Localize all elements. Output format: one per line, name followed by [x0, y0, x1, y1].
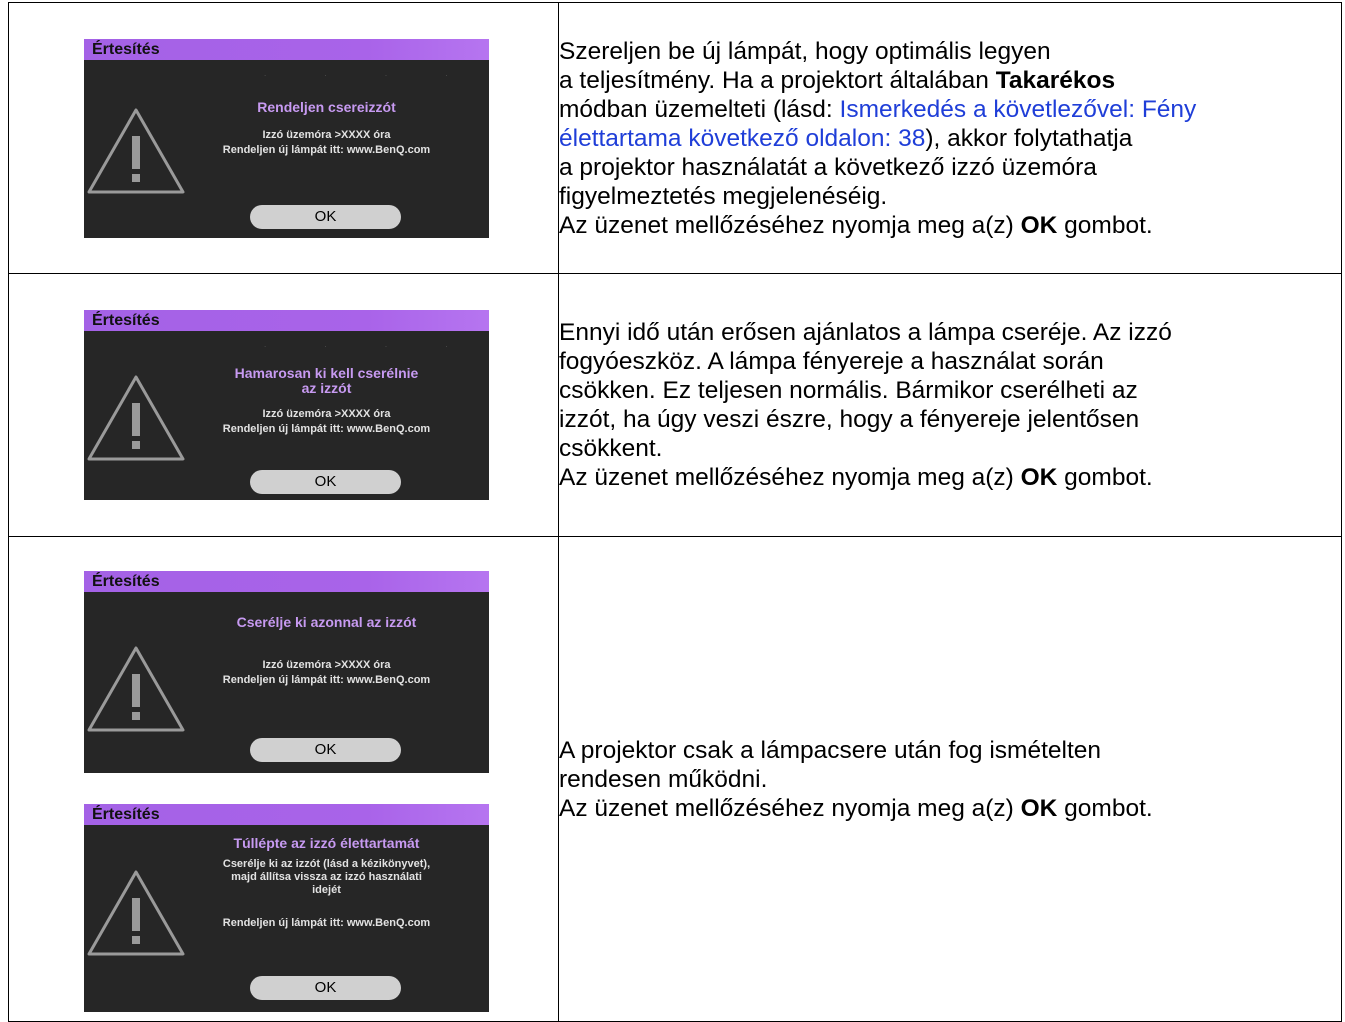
dialog-body-line: Rendeljen új lámpát itt: www.BenQ.com	[222, 674, 431, 686]
dialog-body-line: Izzó üzemóra >XXXX óra	[262, 659, 391, 671]
dialog-content: Túllépte az izzó élettartamát Cserélje k…	[194, 836, 459, 931]
warning-triangle-icon	[87, 375, 185, 461]
dialog-content: Cserélje ki azonnal az izzót Izzó üzemór…	[194, 615, 459, 688]
description-line: Az üzenet mellőzéséhez nyomja meg a(z) O…	[559, 794, 1153, 822]
description-line: Az üzenet mellőzéséhez nyomja meg a(z) O…	[559, 464, 1153, 491]
ok-button[interactable]: OK	[250, 976, 401, 1000]
dialog-heading: Túllépte az izzó élettartamát	[233, 835, 420, 851]
notification-dialog: Értesítés . . . . . . . Rendeljen cserei…	[84, 38, 489, 238]
description-line: Az üzenet mellőzéséhez nyomja meg a(z) O…	[559, 211, 1153, 239]
description-line: fogyóeszköz. A lámpa fényereje a használ…	[559, 348, 1104, 375]
dialog-heading: Rendeljen csereizzót	[257, 98, 396, 115]
emphasis-text: Takarékos	[995, 66, 1116, 94]
description-line: Szereljen be új lámpát, hogy optimális l…	[559, 37, 1051, 65]
dialog-content: Rendeljen csereizzót Izzó üzemóra >XXXX …	[194, 98, 459, 158]
warning-triangle-icon	[87, 646, 185, 732]
decorative-dots: . . . . . . .	[264, 68, 489, 78]
dialog-title: Értesítés	[84, 804, 489, 825]
description-line: figyelmeztetés megjelenéséig.	[559, 182, 888, 210]
ok-key-label: OK	[1020, 794, 1058, 822]
notification-dialog: Értesítés Cserélje ki azonnal az izzót I…	[84, 571, 489, 773]
ok-button[interactable]: OK	[250, 204, 401, 229]
description-line: a projektor használatát a következő izzó…	[559, 153, 1097, 181]
dialog-body-line: Rendeljen új lámpát itt: www.BenQ.com	[222, 143, 431, 156]
table-row: Értesítés . . . . . . . Rendeljen cserei…	[8, 2, 1342, 274]
description-line: csökken. Ez teljesen normális. Bármikor …	[559, 377, 1138, 404]
dialog-body-line: Rendeljen új lámpát itt: www.BenQ.com	[222, 423, 431, 435]
description-line: csökkent.	[559, 435, 663, 462]
notification-dialog: Értesítés Túllépte az izzó élettartamát …	[84, 804, 489, 1012]
description-line: izzót, ha úgy veszi észre, hogy a fényer…	[559, 406, 1140, 433]
description-line: a teljesítmény. Ha a projektort általába…	[559, 66, 1116, 94]
description-line: élettartama következő oldalon: 38), akko…	[559, 124, 1133, 152]
table-row: Értesítés Cserélje ki azonnal az izzót I…	[8, 536, 1342, 1022]
dialog-title: Értesítés	[84, 571, 489, 592]
description-cell: Szereljen be új lámpát, hogy optimális l…	[558, 2, 1342, 274]
cross-reference-link[interactable]: Ismerkedés a követlezővel: Fény	[840, 96, 1197, 123]
description-cell: A projektor csak a lámpacsere után fog i…	[558, 536, 1342, 1022]
screenshot-cell: Értesítés Cserélje ki azonnal az izzót I…	[8, 536, 559, 1022]
dialog-body-line: Izzó üzemóra >XXXX óra	[262, 408, 391, 420]
dialog-heading: az izzót	[301, 380, 352, 396]
warning-triangle-icon	[87, 108, 185, 193]
dialog-heading: Cserélje ki azonnal az izzót	[236, 614, 417, 630]
dialog-body-line: Rendeljen új lámpát itt: www.BenQ.com	[222, 917, 431, 929]
description-line: módban üzemelteti (lásd: Ismerkedés a kö…	[559, 95, 1197, 123]
cross-reference-link[interactable]: élettartama következő oldalon: 38	[559, 125, 925, 152]
ok-key-label: OK	[1020, 464, 1058, 491]
dialog-heading: Hamarosan ki kell cserélnie	[234, 365, 419, 381]
dialog-body-line: idejét	[312, 884, 341, 896]
notification-dialog: Értesítés . . . . . . . Hamarosan ki kel…	[84, 310, 489, 500]
dialog-body-line: Izzó üzemóra >XXXX óra	[262, 128, 391, 141]
notification-table: Értesítés . . . . . . . Rendeljen cserei…	[8, 2, 1342, 1022]
dialog-title: Értesítés	[84, 310, 489, 331]
dialog-body-line: Cserélje ki az izzót (lásd a kézikönyvet…	[222, 858, 431, 870]
ok-button[interactable]: OK	[250, 470, 401, 494]
screenshot-cell: Értesítés . . . . . . . Hamarosan ki kel…	[8, 273, 559, 537]
description-cell: Ennyi idő után erősen ajánlatos a lámpa …	[558, 273, 1342, 537]
description-line: A projektor csak a lámpacsere után fog i…	[559, 736, 1102, 764]
dialog-content: Hamarosan ki kell cserélnie az izzót Izz…	[194, 366, 459, 437]
ok-key-label: OK	[1020, 211, 1058, 239]
description-line: Ennyi idő után erősen ajánlatos a lámpa …	[559, 319, 1172, 346]
dialog-title: Értesítés	[84, 38, 489, 60]
decorative-dots: . . . . . . .	[264, 340, 489, 349]
warning-triangle-icon	[87, 870, 185, 956]
dialog-body-line: majd állítsa vissza az izzó használati	[231, 871, 422, 883]
description-line: rendesen működni.	[559, 765, 768, 793]
screenshot-cell: Értesítés . . . . . . . Rendeljen cserei…	[8, 2, 559, 274]
table-row: Értesítés . . . . . . . Hamarosan ki kel…	[8, 273, 1342, 537]
ok-button[interactable]: OK	[250, 738, 401, 762]
